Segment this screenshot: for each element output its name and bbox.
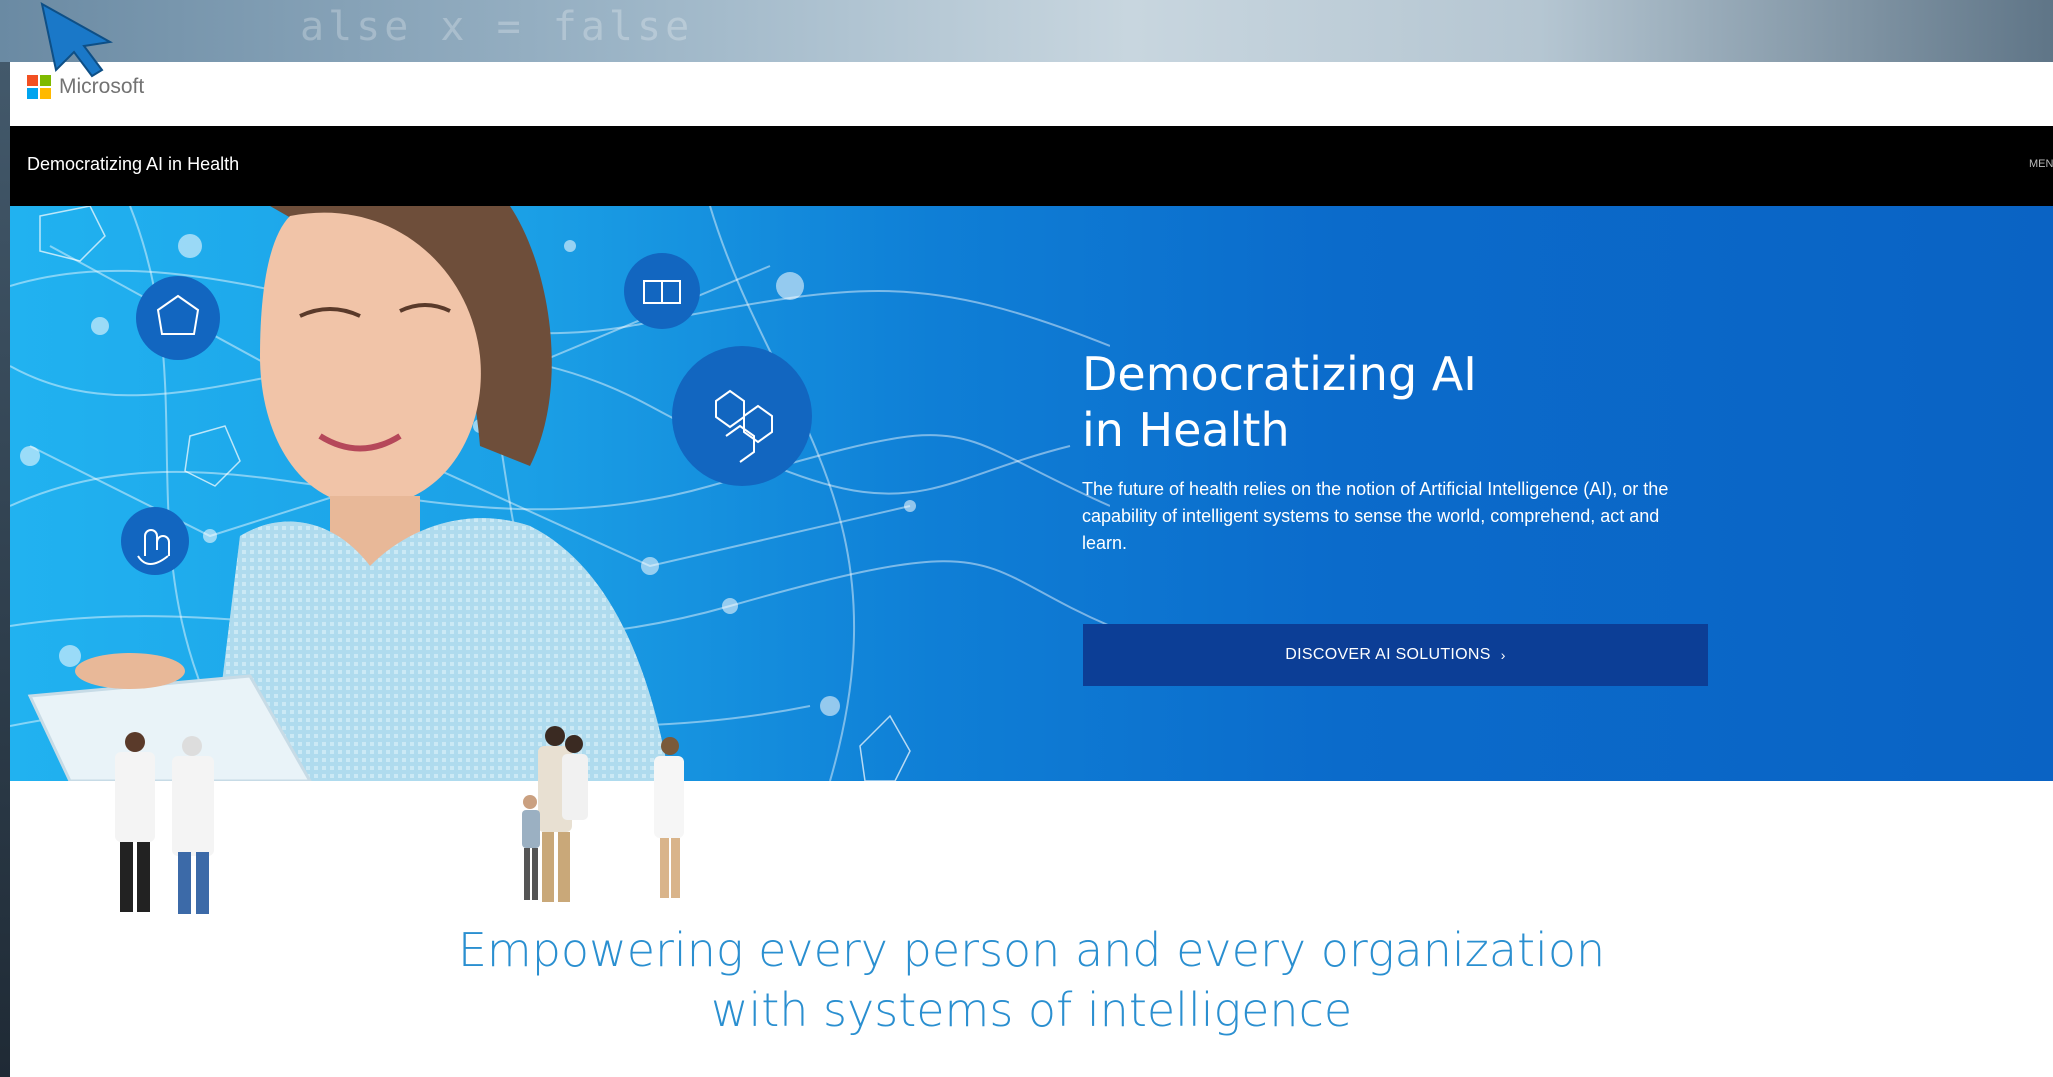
- hero-title: Democratizing AI in Health: [1082, 346, 1722, 458]
- smiling-woman-photo: [27, 206, 670, 781]
- backdrop-code-text: alse x = false: [300, 4, 694, 50]
- window-left-edge: [0, 62, 10, 1077]
- web-page: Microsoft Democratizing AI in Health MEN: [10, 62, 2053, 1077]
- mouse-cursor-icon: [40, 2, 114, 78]
- site-title[interactable]: Democratizing AI in Health: [27, 154, 239, 175]
- microsoft-header: Microsoft: [10, 62, 2053, 126]
- cta-label: DISCOVER AI SOLUTIONS: [1285, 646, 1491, 663]
- tagline-line-1: Empowering every person and every organi…: [457, 923, 1606, 977]
- hero-text-block: Democratizing AI in Health The future of…: [1082, 346, 1722, 557]
- hero-title-line-2: in Health: [1082, 403, 1290, 457]
- chevron-right-icon: ›: [1500, 647, 1506, 663]
- hero-banner: Democratizing AI in Health The future of…: [10, 206, 2053, 781]
- desktop-backdrop: alse x = false: [0, 0, 2053, 62]
- tagline-line-2: with systems of intelligence: [710, 983, 1353, 1037]
- clinicians-figures-graphic: [115, 726, 684, 914]
- menu-button[interactable]: MEN: [2029, 158, 2053, 170]
- hero-description: The future of health relies on the notio…: [1082, 479, 1669, 553]
- site-navigation-bar: Democratizing AI in Health MEN: [10, 126, 2053, 206]
- hero-title-line-1: Democratizing AI: [1082, 347, 1477, 401]
- tagline: Empowering every person and every organi…: [10, 920, 2053, 1040]
- discover-ai-solutions-button[interactable]: DISCOVER AI SOLUTIONS ›: [1083, 624, 1708, 686]
